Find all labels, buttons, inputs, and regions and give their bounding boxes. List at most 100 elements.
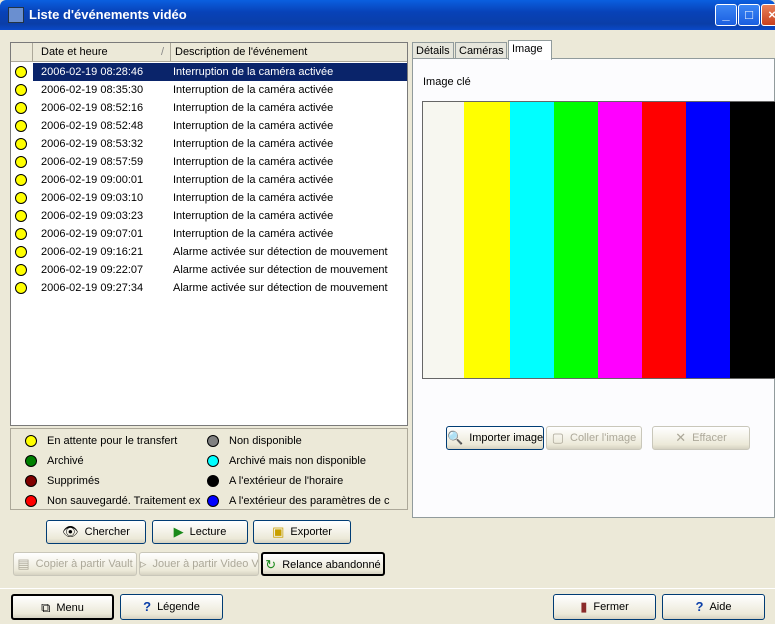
copy-from-vault-button[interactable]: ▤ Copier à partir Vault bbox=[13, 552, 137, 576]
header-description[interactable]: Description de l'événement bbox=[171, 43, 407, 61]
row-description: Interruption de la caméra activée bbox=[173, 156, 334, 168]
tab-details[interactable]: Détails bbox=[412, 42, 454, 59]
clear-label: Effacer bbox=[692, 432, 727, 445]
legend-dot-icon bbox=[25, 475, 37, 487]
export-icon: ▣ bbox=[272, 524, 285, 540]
app-icon bbox=[8, 7, 24, 23]
clipboard-icon: ▢ bbox=[551, 430, 564, 446]
legend-item: En attente pour le transfert bbox=[25, 432, 203, 450]
color-bar bbox=[730, 102, 775, 378]
header-description-label: Description de l'événement bbox=[175, 46, 308, 58]
legend-dot-icon bbox=[25, 435, 37, 447]
close-button[interactable]: ▮ Fermer bbox=[553, 594, 656, 620]
key-image-label: Image clé bbox=[423, 76, 471, 88]
restart-aborted-button[interactable]: ↻ Relance abandonné bbox=[261, 552, 385, 576]
status-dot-icon bbox=[15, 120, 27, 132]
table-row[interactable]: 2006-02-19 09:16:21 Alarme activée sur dé… bbox=[11, 243, 407, 261]
row-description: Interruption de la caméra activée bbox=[173, 120, 334, 132]
question-icon: ? bbox=[143, 599, 152, 615]
status-dot-icon bbox=[15, 246, 27, 258]
menu-button[interactable]: ⧉ Menu bbox=[11, 594, 114, 620]
status-dot-icon bbox=[15, 264, 27, 276]
table-row[interactable]: 2006-02-19 08:57:59 Interruption de la ca… bbox=[11, 153, 407, 171]
play-button[interactable]: ▶ Lecture bbox=[152, 520, 248, 544]
legend-dot-icon bbox=[207, 435, 219, 447]
help-icon: ? bbox=[695, 599, 704, 615]
table-row[interactable]: 2006-02-19 08:35:30 Interruption de la ca… bbox=[11, 81, 407, 99]
row-date: 2006-02-19 09:00:01 bbox=[41, 174, 144, 186]
row-description: Alarme activée sur détection de mouvemen… bbox=[173, 264, 388, 276]
color-bar bbox=[464, 102, 510, 378]
play-vault-label: Jouer à partir Video Va bbox=[152, 558, 259, 571]
status-dot-icon bbox=[15, 66, 27, 78]
search-button[interactable]: 👁 Chercher bbox=[46, 520, 146, 544]
export-button[interactable]: ▣ Exporter bbox=[253, 520, 351, 544]
export-label: Exporter bbox=[290, 526, 332, 539]
magnifier-icon: 🔍 bbox=[447, 430, 464, 446]
status-dot-icon bbox=[15, 282, 27, 294]
maximize-button[interactable]: □ bbox=[738, 4, 760, 26]
row-description: Interruption de la caméra activée bbox=[173, 192, 334, 204]
color-bar bbox=[642, 102, 686, 378]
legend-dot-icon bbox=[207, 475, 219, 487]
header-status[interactable] bbox=[11, 43, 33, 61]
legend-dot-icon bbox=[25, 495, 37, 507]
table-row[interactable]: 2006-02-19 08:53:32 Interruption de la ca… bbox=[11, 135, 407, 153]
color-bar bbox=[554, 102, 598, 378]
table-row[interactable]: 2006-02-19 09:00:01 Interruption de la ca… bbox=[11, 171, 407, 189]
table-row[interactable]: 2006-02-19 09:07:01 Interruption de la ca… bbox=[11, 225, 407, 243]
tab-cameras[interactable]: Caméras bbox=[455, 42, 507, 59]
legend-dot-icon bbox=[207, 455, 219, 467]
row-description: Interruption de la caméra activée bbox=[173, 138, 334, 150]
import-label: Importer image bbox=[469, 432, 544, 445]
legend-label: En attente pour le transfert bbox=[47, 435, 178, 447]
event-list[interactable]: Date et heure / Description de l'événeme… bbox=[10, 42, 408, 426]
legend-dot-icon bbox=[25, 455, 37, 467]
legend-label: Archivé mais non disponible bbox=[229, 455, 366, 467]
status-dot-icon bbox=[15, 84, 27, 96]
import-image-button[interactable]: 🔍 Importer image bbox=[446, 426, 544, 450]
legend-dot-icon bbox=[207, 495, 219, 507]
window-title: Liste d'événements vidéo bbox=[29, 7, 187, 22]
table-row[interactable]: 2006-02-19 09:03:10 Interruption de la ca… bbox=[11, 189, 407, 207]
table-row[interactable]: 2006-02-19 08:52:16 Interruption de la ca… bbox=[11, 99, 407, 117]
menu-label: Menu bbox=[56, 602, 84, 615]
close-label: Fermer bbox=[593, 601, 629, 614]
row-description: Interruption de la caméra activée bbox=[173, 210, 334, 222]
legend-label: A l'extérieur des paramètres de c bbox=[229, 495, 390, 507]
row-date: 2006-02-19 09:07:01 bbox=[41, 228, 144, 240]
row-date: 2006-02-19 08:52:48 bbox=[41, 120, 144, 132]
copy-vault-label: Copier à partir Vault bbox=[35, 558, 133, 571]
close-window-button[interactable]: × bbox=[761, 4, 775, 26]
table-row[interactable]: 2006-02-19 08:52:48 Interruption de la ca… bbox=[11, 117, 407, 135]
legend-button[interactable]: ? Légende bbox=[120, 594, 223, 620]
sort-indicator-icon: / bbox=[160, 46, 164, 58]
paste-image-button[interactable]: ▢ Coller l'image bbox=[546, 426, 642, 450]
row-date: 2006-02-19 09:03:23 bbox=[41, 210, 144, 222]
header-date-label: Date et heure bbox=[41, 46, 108, 58]
header-date[interactable]: Date et heure / bbox=[33, 43, 171, 61]
tab-image[interactable]: Image bbox=[508, 40, 552, 60]
windows-icon: ⧉ bbox=[41, 600, 51, 616]
table-row[interactable]: 2006-02-19 09:03:23 Interruption de la ca… bbox=[11, 207, 407, 225]
legend-item: Archivé mais non disponible bbox=[207, 452, 397, 470]
title-bar[interactable]: Liste d'événements vidéo _ □ × bbox=[0, 0, 775, 30]
play-from-vault-button[interactable]: ▹ Jouer à partir Video Va bbox=[139, 552, 259, 576]
row-description: Interruption de la caméra activée bbox=[173, 228, 334, 240]
row-date: 2006-02-19 09:22:07 bbox=[41, 264, 144, 276]
help-button[interactable]: ? Aide bbox=[662, 594, 765, 620]
table-row[interactable]: 2006-02-19 08:28:46 Interruption de la ca… bbox=[11, 63, 407, 81]
row-description: Interruption de la caméra activée bbox=[171, 63, 407, 81]
color-bar bbox=[686, 102, 730, 378]
row-description: Interruption de la caméra activée bbox=[173, 84, 334, 96]
status-dot-icon bbox=[15, 174, 27, 186]
status-dot-icon bbox=[15, 210, 27, 222]
row-date: 2006-02-19 08:57:59 bbox=[41, 156, 144, 168]
legend-label: A l'extérieur de l'horaire bbox=[229, 475, 344, 487]
table-row[interactable]: 2006-02-19 09:27:34 Alarme activée sur dé… bbox=[11, 279, 407, 297]
minimize-button[interactable]: _ bbox=[715, 4, 737, 26]
table-row[interactable]: 2006-02-19 09:22:07 Alarme activée sur dé… bbox=[11, 261, 407, 279]
clear-button[interactable]: ✕ Effacer bbox=[652, 426, 750, 450]
play-label: Lecture bbox=[189, 526, 227, 539]
legend-item: Non sauvegardé. Traitement ex bbox=[25, 492, 203, 510]
